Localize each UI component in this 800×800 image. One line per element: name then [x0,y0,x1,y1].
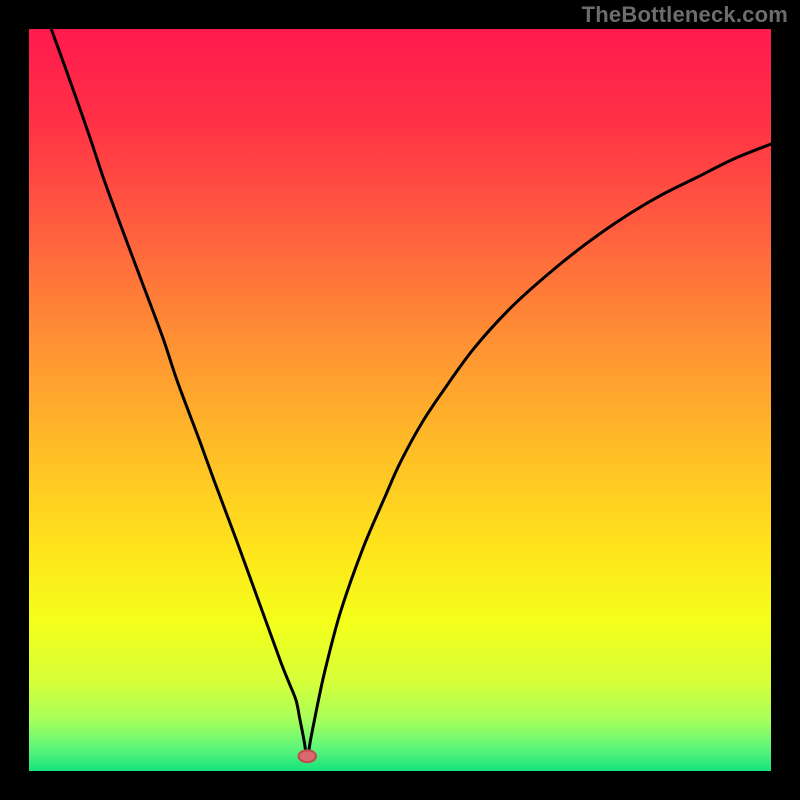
optimum-marker [29,29,771,771]
page-root: TheBottleneck.com [0,0,800,800]
plot-area [29,29,771,771]
watermark-text: TheBottleneck.com [582,2,788,28]
